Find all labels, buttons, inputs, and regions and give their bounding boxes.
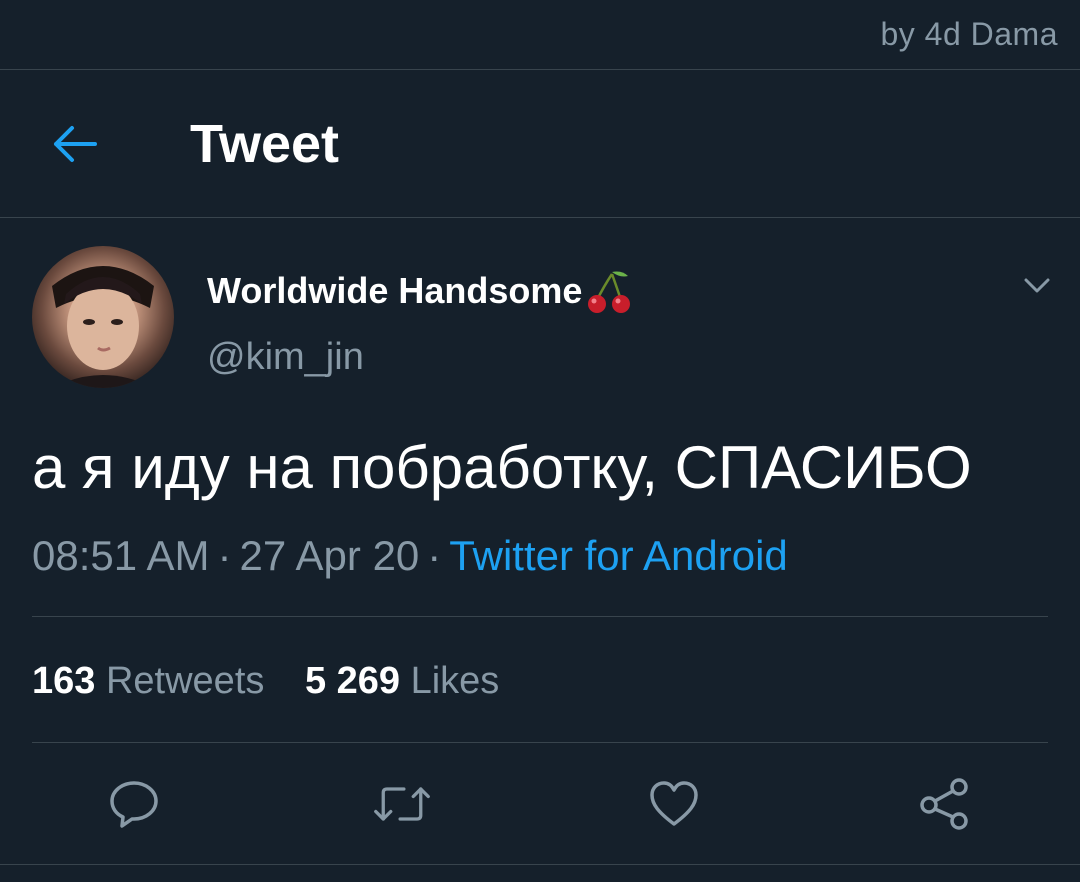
- tweet-meta: 08:51 AM · 27 Apr 20 · Twitter for Android: [32, 530, 788, 582]
- tweet-text: а я иду на побработку, СПАСИБО: [32, 434, 972, 501]
- action-bar: [0, 744, 1080, 864]
- arrow-left-icon: [54, 126, 97, 162]
- retweets-count: 163: [32, 660, 96, 702]
- divider: [32, 742, 1048, 743]
- page-title: Tweet: [190, 114, 340, 174]
- share-button[interactable]: [914, 774, 974, 834]
- top-bar: by 4d Dama: [0, 0, 1080, 70]
- avatar-image: [52, 266, 154, 388]
- retweets-label: Retweets: [105, 660, 265, 702]
- tweet-stats: 163 Retweets 5 269 Likes: [32, 656, 529, 706]
- likes-count: 5 269: [304, 660, 401, 702]
- chevron-down-icon: [1024, 278, 1050, 293]
- share-icon: [920, 778, 968, 830]
- likes-stat[interactable]: 5 269 Likes: [305, 656, 499, 706]
- author-handle[interactable]: @kim_jin: [207, 334, 364, 380]
- like-icon: [650, 781, 698, 826]
- author-name-text: Worldwide Handsome: [207, 270, 583, 311]
- divider: [32, 616, 1048, 617]
- retweets-stat[interactable]: 163 Retweets: [32, 656, 264, 706]
- header: Tweet: [0, 70, 1080, 218]
- tweet-time: 08:51 AM: [32, 532, 210, 579]
- more-options-button[interactable]: [1014, 266, 1060, 306]
- meta-separator: ·: [427, 532, 442, 579]
- tweet-source-link[interactable]: Twitter for Android: [449, 532, 787, 579]
- watermark: by 4d Dama: [880, 16, 1058, 52]
- back-button[interactable]: [44, 114, 104, 174]
- retweet-icon: [374, 787, 430, 821]
- cherries-icon: [588, 271, 631, 313]
- tweet-date: 27 Apr 20: [239, 532, 420, 579]
- meta-separator: ·: [217, 532, 232, 579]
- avatar[interactable]: [32, 246, 174, 388]
- bottom-divider: [0, 864, 1080, 865]
- like-button[interactable]: [644, 774, 704, 834]
- retweet-button[interactable]: [372, 774, 432, 834]
- reply-button[interactable]: [104, 774, 164, 834]
- author-name[interactable]: Worldwide Handsome: [207, 266, 634, 316]
- likes-label: Likes: [410, 660, 500, 702]
- reply-icon: [110, 781, 158, 828]
